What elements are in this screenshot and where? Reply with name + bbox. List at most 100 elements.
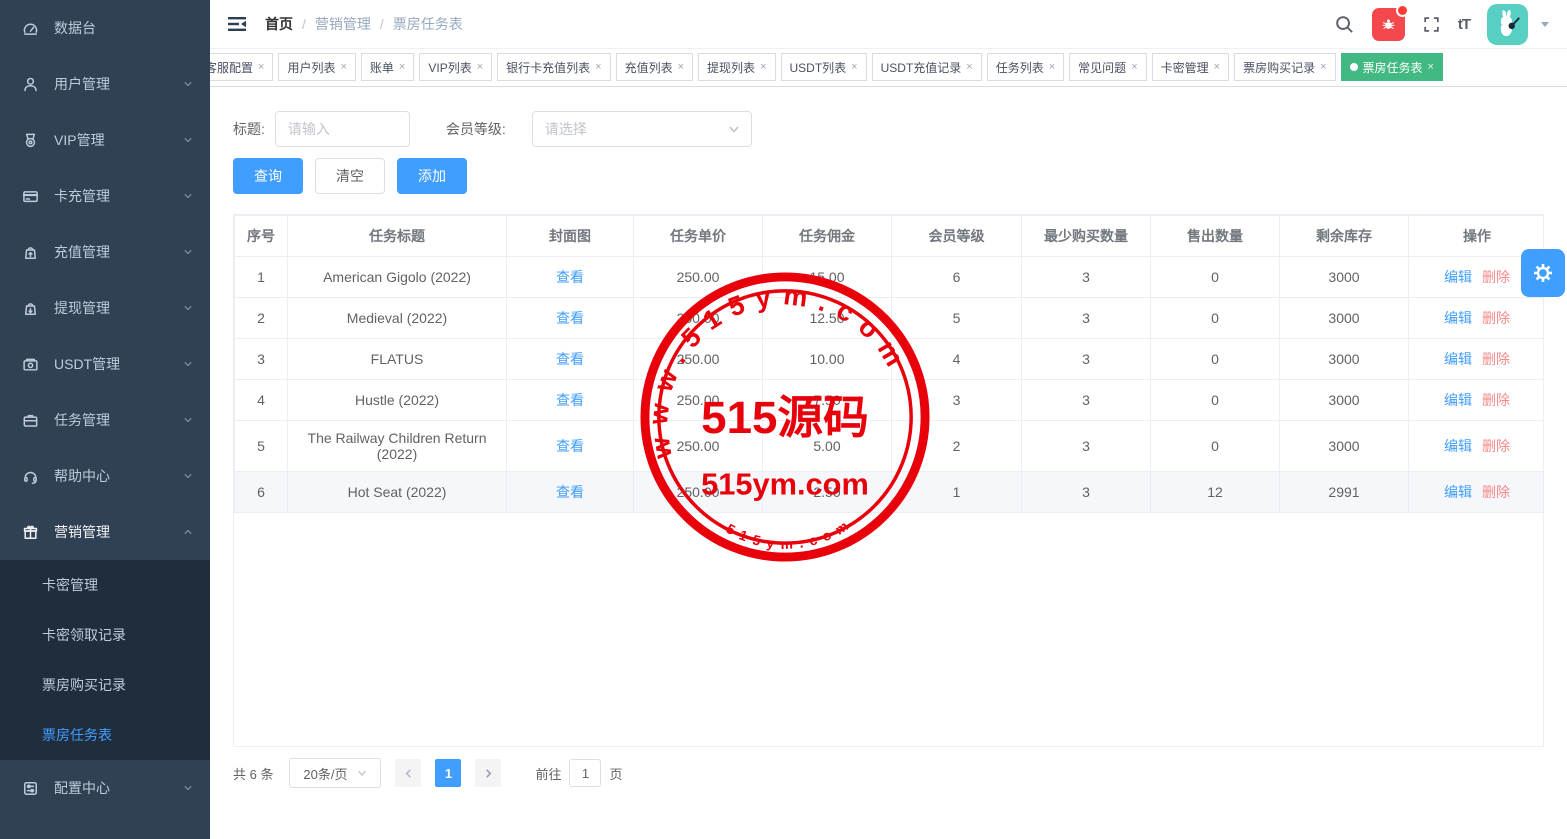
column-header: 最少购买数量 bbox=[1022, 216, 1151, 257]
caret-down-icon[interactable] bbox=[1539, 18, 1551, 30]
add-button[interactable]: 添加 bbox=[397, 158, 467, 194]
app-window: 数据台 用户管理 VIP管理 卡充管理 充值管理 提现管理 bbox=[0, 0, 1567, 839]
level-filter-label: 会员等级: bbox=[446, 119, 506, 139]
tab-close-icon[interactable]: × bbox=[1320, 62, 1326, 73]
level-filter-select[interactable]: 请选择 bbox=[532, 111, 752, 147]
delete-link[interactable]: 删除 bbox=[1482, 438, 1510, 454]
search-icon[interactable] bbox=[1334, 14, 1355, 35]
fullscreen-icon[interactable] bbox=[1422, 15, 1441, 34]
goto-page-input[interactable] bbox=[569, 759, 601, 787]
page-suffix-label: 页 bbox=[609, 764, 622, 783]
edit-link[interactable]: 编辑 bbox=[1444, 484, 1472, 500]
sidebar-item-dashboard[interactable]: 数据台 bbox=[0, 0, 210, 56]
title-filter-input[interactable] bbox=[275, 111, 410, 147]
sidebar-item-usdt[interactable]: USDT管理 bbox=[0, 336, 210, 392]
tab-充值列表[interactable]: 充值列表 × bbox=[616, 53, 693, 81]
edit-link[interactable]: 编辑 bbox=[1444, 438, 1472, 454]
clear-button[interactable]: 清空 bbox=[315, 158, 385, 194]
chevron-down-icon bbox=[182, 134, 194, 146]
cell-min-buy: 3 bbox=[1022, 339, 1151, 380]
sidebar-item-tasks[interactable]: 任务管理 bbox=[0, 392, 210, 448]
tab-label: 票房任务表 bbox=[1363, 59, 1423, 76]
chevron-down-icon bbox=[182, 302, 194, 314]
view-cover-link[interactable]: 查看 bbox=[556, 484, 584, 500]
settings-fab-button[interactable] bbox=[1521, 249, 1565, 297]
breadcrumb-item: 票房任务表 bbox=[393, 14, 463, 34]
tab-close-icon[interactable]: × bbox=[1131, 62, 1137, 73]
tab-客服配置[interactable]: 客服配置 × bbox=[210, 53, 273, 81]
sidebar-item-withdraw[interactable]: 提现管理 bbox=[0, 280, 210, 336]
cell-index: 2 bbox=[235, 298, 288, 339]
edit-link[interactable]: 编辑 bbox=[1444, 269, 1472, 285]
user-avatar[interactable] bbox=[1487, 4, 1528, 45]
sidebar-item-vip[interactable]: VIP管理 bbox=[0, 112, 210, 168]
sidebar-item-users[interactable]: 用户管理 bbox=[0, 56, 210, 112]
tab-卡密管理[interactable]: 卡密管理 × bbox=[1152, 53, 1229, 81]
tab-USDT列表[interactable]: USDT列表 × bbox=[781, 53, 867, 81]
sidebar-item-marketing[interactable]: 营销管理 bbox=[0, 504, 210, 560]
tab-close-icon[interactable]: × bbox=[595, 62, 601, 73]
tab-close-icon[interactable]: × bbox=[851, 62, 857, 73]
delete-link[interactable]: 删除 bbox=[1482, 310, 1510, 326]
view-cover-link[interactable]: 查看 bbox=[556, 269, 584, 285]
sidebar-collapse-icon[interactable] bbox=[227, 14, 247, 34]
view-cover-link[interactable]: 查看 bbox=[556, 310, 584, 326]
font-size-icon[interactable]: tT bbox=[1458, 16, 1470, 33]
tab-close-icon[interactable]: × bbox=[399, 62, 405, 73]
view-cover-link[interactable]: 查看 bbox=[556, 351, 584, 367]
bug-report-button[interactable] bbox=[1372, 8, 1405, 41]
tab-常见问题[interactable]: 常见问题 × bbox=[1069, 53, 1146, 81]
search-button[interactable]: 查询 bbox=[233, 158, 303, 194]
notification-dot bbox=[1396, 4, 1409, 17]
delete-link[interactable]: 删除 bbox=[1482, 269, 1510, 285]
tab-账单[interactable]: 账单 × bbox=[361, 53, 414, 81]
tab-close-icon[interactable]: × bbox=[477, 62, 483, 73]
tab-close-icon[interactable]: × bbox=[966, 62, 972, 73]
page-size-select[interactable]: 20条/页 bbox=[289, 758, 381, 788]
sidebar-subitem-card-keys[interactable]: 卡密管理 bbox=[0, 560, 210, 610]
delete-link[interactable]: 删除 bbox=[1482, 392, 1510, 408]
delete-link[interactable]: 删除 bbox=[1482, 484, 1510, 500]
tab-VIP列表[interactable]: VIP列表 × bbox=[419, 53, 492, 81]
sidebar-item-config[interactable]: 配置中心 bbox=[0, 760, 210, 816]
active-tab-dot bbox=[1350, 63, 1358, 71]
view-cover-link[interactable]: 查看 bbox=[556, 392, 584, 408]
tab-close-icon[interactable]: × bbox=[1049, 62, 1055, 73]
view-cover-link[interactable]: 查看 bbox=[556, 438, 584, 454]
tab-close-icon[interactable]: × bbox=[678, 62, 684, 73]
sidebar-item-help[interactable]: 帮助中心 bbox=[0, 448, 210, 504]
sidebar-item-card-recharge[interactable]: 卡充管理 bbox=[0, 168, 210, 224]
tab-用户列表[interactable]: 用户列表 × bbox=[278, 53, 355, 81]
tab-票房购买记录[interactable]: 票房购买记录 × bbox=[1234, 53, 1335, 81]
prev-page-button[interactable] bbox=[395, 759, 421, 787]
column-header: 封面图 bbox=[507, 216, 634, 257]
tab-close-icon[interactable]: × bbox=[1428, 62, 1434, 73]
tab-close-icon[interactable]: × bbox=[760, 62, 766, 73]
tab-close-icon[interactable]: × bbox=[258, 62, 264, 73]
tab-任务列表[interactable]: 任务列表 × bbox=[987, 53, 1064, 81]
tab-USDT充值记录[interactable]: USDT充值记录 × bbox=[872, 53, 982, 81]
sidebar-item-recharge[interactable]: 充值管理 bbox=[0, 224, 210, 280]
cell-min-buy: 3 bbox=[1022, 380, 1151, 421]
breadcrumb-item[interactable]: 首页 bbox=[265, 14, 293, 34]
sidebar-subitem-boxoffice-purchases[interactable]: 票房购买记录 bbox=[0, 660, 210, 710]
tab-票房任务表[interactable]: 票房任务表 × bbox=[1341, 53, 1443, 81]
tab-银行卡充值列表[interactable]: 银行卡充值列表 × bbox=[497, 53, 610, 81]
tab-close-icon[interactable]: × bbox=[1214, 62, 1220, 73]
tab-close-icon[interactable]: × bbox=[340, 62, 346, 73]
delete-link[interactable]: 删除 bbox=[1482, 351, 1510, 367]
next-page-button[interactable] bbox=[475, 759, 501, 787]
cell-commission: 2.50 bbox=[763, 472, 892, 513]
tab-提现列表[interactable]: 提现列表 × bbox=[698, 53, 775, 81]
page-number-button[interactable]: 1 bbox=[435, 759, 461, 787]
sidebar-subitem-card-key-records[interactable]: 卡密领取记录 bbox=[0, 610, 210, 660]
briefcase-icon bbox=[22, 411, 40, 429]
edit-link[interactable]: 编辑 bbox=[1444, 351, 1472, 367]
edit-link[interactable]: 编辑 bbox=[1444, 392, 1472, 408]
column-header: 售出数量 bbox=[1151, 216, 1280, 257]
sidebar-subitem-boxoffice-tasks[interactable]: 票房任务表 bbox=[0, 710, 210, 760]
table-row: 3 FLATUS 查看 250.00 10.00 4 3 0 3000 编辑删除 bbox=[235, 339, 1545, 380]
edit-link[interactable]: 编辑 bbox=[1444, 310, 1472, 326]
table-row: 2 Medieval (2022) 查看 250.00 12.50 5 3 0 … bbox=[235, 298, 1545, 339]
chevron-down-icon bbox=[182, 190, 194, 202]
